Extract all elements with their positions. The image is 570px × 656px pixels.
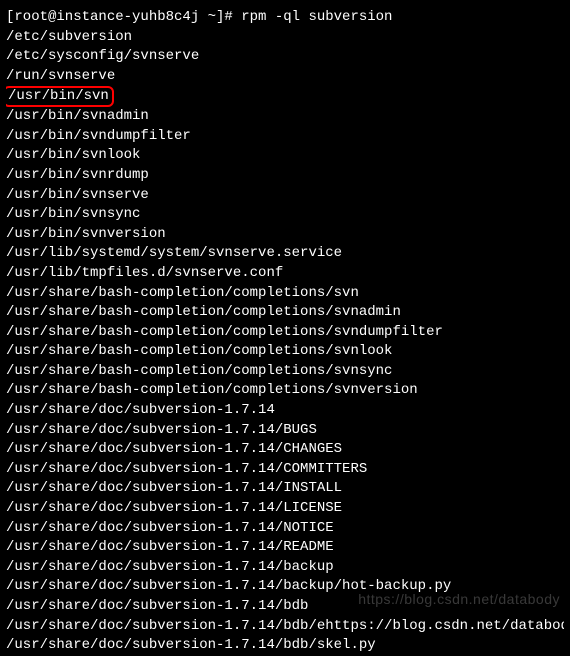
terminal-output-line: /usr/share/doc/subversion-1.7.14/bdb/eht…: [6, 617, 564, 637]
terminal-output-line: /usr/share/bash-completion/completions/s…: [6, 362, 564, 382]
terminal-output-line: /usr/bin/svnlook: [6, 146, 564, 166]
command-prompt-line: [root@instance-yuhb8c4j ~]# rpm -ql subv…: [6, 8, 564, 28]
terminal-output-line: /usr/share/doc/subversion-1.7.14/COMMITT…: [6, 460, 564, 480]
terminal-output-line: /usr/share/doc/subversion-1.7.14/backup/…: [6, 577, 564, 597]
terminal-output-line: /etc/sysconfig/svnserve: [6, 47, 564, 67]
terminal-output-line: /etc/subversion: [6, 28, 564, 48]
terminal-output-line: /usr/share/doc/subversion-1.7.14/bdb/ske…: [6, 636, 564, 656]
terminal-output-line: /usr/share/doc/subversion-1.7.14/NOTICE: [6, 519, 564, 539]
output-after-highlight: /usr/bin/svnadmin/usr/bin/svndumpfilter/…: [6, 107, 564, 656]
terminal-output-line: /usr/share/doc/subversion-1.7.14/LICENSE: [6, 499, 564, 519]
terminal-output-line: /usr/share/doc/subversion-1.7.14/BUGS: [6, 421, 564, 441]
highlighted-path: /usr/bin/svn: [6, 86, 114, 107]
terminal-output-line: /usr/share/bash-completion/completions/s…: [6, 381, 564, 401]
output-before-highlight: /etc/subversion/etc/sysconfig/svnserve/r…: [6, 28, 564, 87]
terminal-output-line: /usr/share/doc/subversion-1.7.14/bdb: [6, 597, 564, 617]
terminal-output-line: /usr/share/doc/subversion-1.7.14/INSTALL: [6, 479, 564, 499]
terminal-output-line: /usr/share/bash-completion/completions/s…: [6, 323, 564, 343]
terminal-output-line: /run/svnserve: [6, 67, 564, 87]
terminal-output-line: /usr/share/bash-completion/completions/s…: [6, 342, 564, 362]
highlighted-line-container: /usr/bin/svn: [6, 86, 564, 107]
terminal-output-line: /usr/bin/svndumpfilter: [6, 127, 564, 147]
terminal-output-line: /usr/share/doc/subversion-1.7.14/backup: [6, 558, 564, 578]
terminal-output-line: /usr/lib/systemd/system/svnserve.service: [6, 244, 564, 264]
terminal-output-line: /usr/share/doc/subversion-1.7.14: [6, 401, 564, 421]
terminal-output-line: /usr/share/doc/subversion-1.7.14/README: [6, 538, 564, 558]
terminal-output-line: /usr/share/bash-completion/completions/s…: [6, 303, 564, 323]
terminal-output-line: /usr/share/bash-completion/completions/s…: [6, 284, 564, 304]
terminal-output-line: /usr/share/doc/subversion-1.7.14/CHANGES: [6, 440, 564, 460]
terminal-output-line: /usr/bin/svnrdump: [6, 166, 564, 186]
terminal-output-line: /usr/bin/svnadmin: [6, 107, 564, 127]
terminal-output-line: /usr/bin/svnserve: [6, 186, 564, 206]
terminal-output-line: /usr/bin/svnversion: [6, 225, 564, 245]
terminal-output-line: /usr/lib/tmpfiles.d/svnserve.conf: [6, 264, 564, 284]
terminal-output-line: /usr/bin/svnsync: [6, 205, 564, 225]
